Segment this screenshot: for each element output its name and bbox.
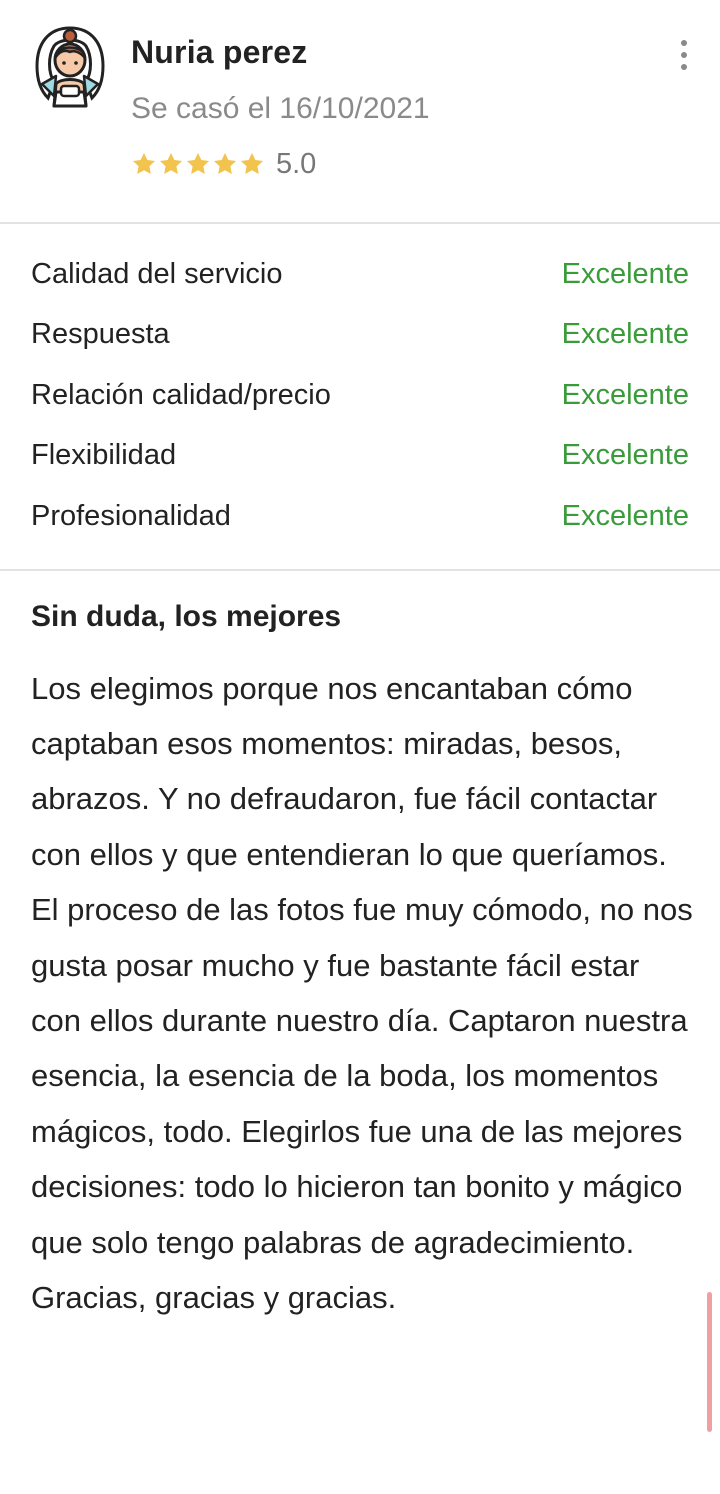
review-header: Nuria perez Se casó el 16/10/2021 5.0 (0, 0, 720, 222)
category-value: Excelente (561, 378, 689, 411)
star-icon (186, 152, 210, 174)
category-value: Excelente (561, 439, 689, 472)
category-rating-row: Flexibilidad Excelente (31, 426, 689, 487)
bride-avatar-icon (34, 26, 106, 108)
reviewer-name: Nuria perez (131, 34, 308, 70)
overall-rating: 5.0 (131, 146, 316, 182)
rating-value: 5.0 (276, 147, 317, 180)
review-title: Sin duda, los mejores (31, 599, 342, 633)
category-label: Flexibilidad (31, 439, 177, 472)
category-rating-row: Calidad del servicio Excelente (31, 244, 689, 305)
category-value: Excelente (561, 257, 689, 290)
star-icon (240, 152, 264, 174)
category-value: Excelente (561, 318, 689, 351)
star-icon (159, 152, 183, 174)
review-content: Sin duda, los mejores Los elegimos porqu… (0, 571, 720, 1326)
more-options-button[interactable] (670, 40, 698, 70)
star-icon (213, 152, 237, 174)
category-rating-row: Profesionalidad Excelente (31, 486, 689, 547)
category-value: Excelente (561, 499, 689, 532)
more-vertical-icon (681, 40, 687, 46)
star-icon (132, 152, 156, 174)
category-rating-row: Respuesta Excelente (31, 305, 689, 366)
category-ratings: Calidad del servicio Excelente Respuesta… (0, 224, 720, 569)
category-rating-row: Relación calidad/precio Excelente (31, 365, 689, 426)
category-label: Respuesta (31, 318, 170, 351)
review-body: Los elegimos porque nos encantaban cómo … (31, 670, 693, 1315)
star-rating (131, 151, 265, 177)
scroll-indicator[interactable] (707, 1292, 712, 1432)
category-label: Relación calidad/precio (31, 378, 331, 411)
married-date: Se casó el 16/10/2021 (131, 92, 430, 125)
category-label: Profesionalidad (31, 499, 231, 532)
category-label: Calidad del servicio (31, 257, 283, 290)
